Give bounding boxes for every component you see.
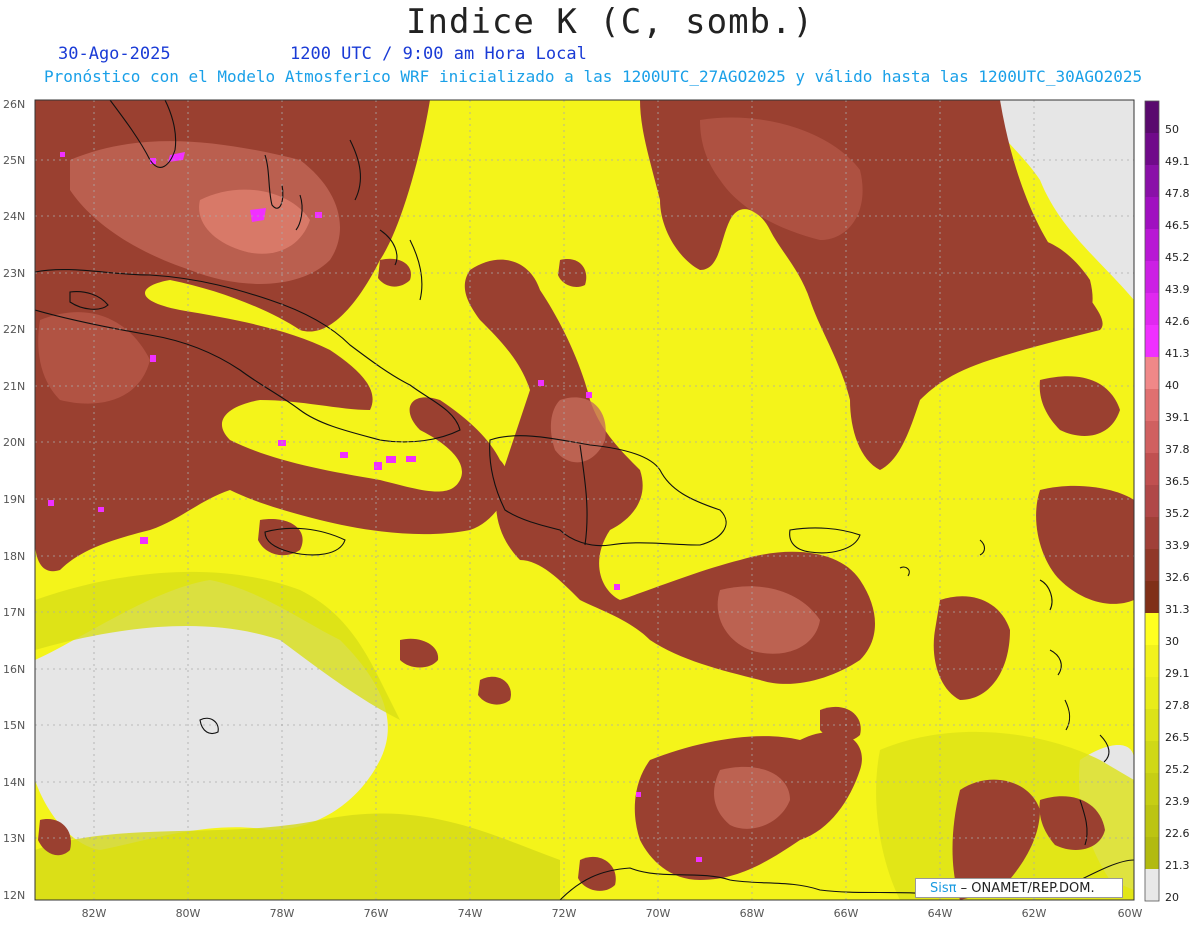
colorbar-swatch: [1145, 101, 1159, 133]
colorbar-swatch: [1145, 645, 1159, 677]
colorbar-label: 33.9: [1165, 539, 1190, 552]
colorbar-label: 21.3: [1165, 859, 1190, 872]
credit-text: – ONAMET/REP.DOM.: [956, 881, 1095, 896]
lon-label: 72W: [552, 907, 577, 920]
lon-label: 60W: [1118, 907, 1143, 920]
colorbar-swatch: [1145, 741, 1159, 773]
colorbar-swatch: [1145, 325, 1159, 357]
colorbar-swatch: [1145, 773, 1159, 805]
colorbar-label: 25.2: [1165, 763, 1190, 776]
colorbar-swatch: [1145, 421, 1159, 453]
colorbar-label: 29.1: [1165, 667, 1190, 680]
latitude-axis: 26N 25N 24N 23N 22N 21N 20N 19N 18N 17N …: [3, 98, 25, 902]
colorbar-label: 36.5: [1165, 475, 1190, 488]
colorbar-label: 20: [1165, 891, 1179, 904]
colorbar-label: 22.6: [1165, 827, 1190, 840]
lon-label: 66W: [834, 907, 859, 920]
colorbar-swatch: [1145, 837, 1159, 869]
colorbar-swatch: [1145, 357, 1159, 389]
colorbar-label: 35.2: [1165, 507, 1190, 520]
lat-label: 18N: [3, 550, 25, 563]
colorbar-swatch: [1145, 549, 1159, 581]
colorbar-swatch: [1145, 869, 1159, 901]
colorbar-label: 50: [1165, 123, 1179, 136]
colorbar-label: 49.1: [1165, 155, 1190, 168]
lon-label: 76W: [364, 907, 389, 920]
colorbar-swatch: [1145, 293, 1159, 325]
colorbar-label: 46.5: [1165, 219, 1190, 232]
colorbar-label: 23.9: [1165, 795, 1190, 808]
colorbar-label: 39.1: [1165, 411, 1190, 424]
longitude-axis: 82W 80W 78W 76W 74W 72W 70W 68W 66W 64W …: [82, 907, 1143, 920]
colorbar-label: 43.9: [1165, 283, 1190, 296]
lat-label: 22N: [3, 323, 25, 336]
colorbar-label: 45.2: [1165, 251, 1190, 264]
colorbar-swatch: [1145, 581, 1159, 613]
lon-label: 82W: [82, 907, 107, 920]
lat-label: 21N: [3, 380, 25, 393]
lat-label: 17N: [3, 606, 25, 619]
lat-label: 26N: [3, 98, 25, 111]
colorbar-swatch: [1145, 133, 1159, 165]
colorbar-swatch: [1145, 805, 1159, 837]
lat-label: 24N: [3, 210, 25, 223]
lat-label: 14N: [3, 776, 25, 789]
lon-label: 74W: [458, 907, 483, 920]
lat-label: 20N: [3, 436, 25, 449]
k-index-map: 26N 25N 24N 23N 22N 21N 20N 19N 18N 17N …: [3, 98, 1190, 920]
colorbar-swatch: [1145, 677, 1159, 709]
colorbar-swatch: [1145, 453, 1159, 485]
credit-badge: Sisπ – ONAMET/REP.DOM.: [915, 878, 1123, 898]
colorbar-swatch: [1145, 389, 1159, 421]
colorbar-label: 37.8: [1165, 443, 1190, 456]
lon-label: 64W: [928, 907, 953, 920]
lat-label: 16N: [3, 663, 25, 676]
lon-label: 80W: [176, 907, 201, 920]
colorbar-swatch: [1145, 709, 1159, 741]
lon-label: 70W: [646, 907, 671, 920]
lat-label: 13N: [3, 832, 25, 845]
colorbar-label: 30: [1165, 635, 1179, 648]
colorbar-label: 40: [1165, 379, 1179, 392]
colorbar-swatch: [1145, 165, 1159, 197]
colorbar: 50 49.1 47.8 46.5 45.2 43.9 42.6 41.3 40 39.1 37.8…: [1144, 100, 1190, 904]
colorbar-swatch: [1145, 197, 1159, 229]
colorbar-swatch: [1145, 517, 1159, 549]
lat-label: 12N: [3, 889, 25, 902]
lon-label: 68W: [740, 907, 765, 920]
colorbar-label: 26.5: [1165, 731, 1190, 744]
colorbar-label: 42.6: [1165, 315, 1190, 328]
colorbar-label: 32.6: [1165, 571, 1190, 584]
colorbar-label: 31.3: [1165, 603, 1190, 616]
lon-label: 78W: [270, 907, 295, 920]
colorbar-swatch: [1145, 261, 1159, 293]
lat-label: 19N: [3, 493, 25, 506]
lat-label: 25N: [3, 154, 25, 167]
colorbar-swatch: [1145, 613, 1159, 645]
credit-brand: Sisπ: [930, 881, 957, 896]
colorbar-swatch: [1145, 229, 1159, 261]
colorbar-swatch: [1145, 485, 1159, 517]
colorbar-label: 41.3: [1165, 347, 1190, 360]
lat-label: 15N: [3, 719, 25, 732]
colorbar-label: 27.8: [1165, 699, 1190, 712]
lon-label: 62W: [1022, 907, 1047, 920]
colorbar-label: 47.8: [1165, 187, 1190, 200]
lat-label: 23N: [3, 267, 25, 280]
